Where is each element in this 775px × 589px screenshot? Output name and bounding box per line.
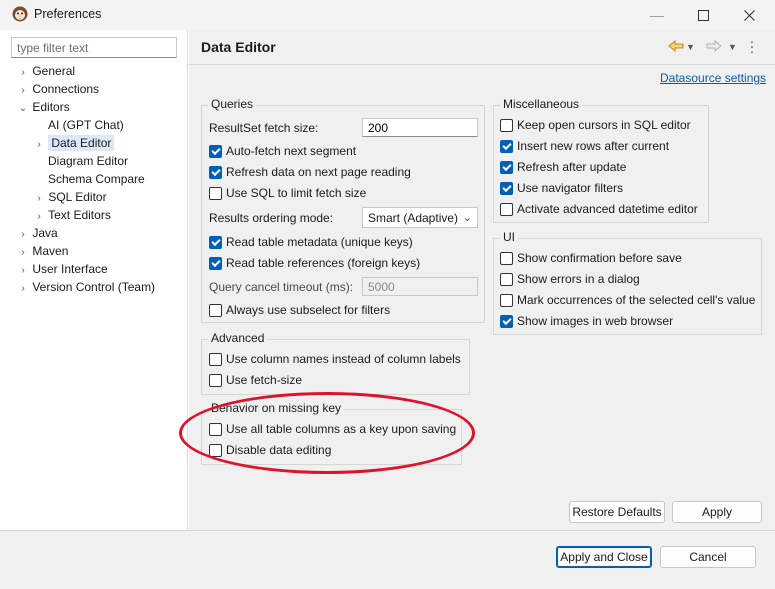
checkbox-checked-icon bbox=[209, 144, 222, 158]
column-names-checkbox[interactable]: Use column names instead of column label… bbox=[209, 350, 461, 368]
maximize-button[interactable] bbox=[680, 0, 726, 30]
checkbox-unchecked-icon bbox=[209, 443, 222, 457]
read-metadata-checkbox[interactable]: Read table metadata (unique keys) bbox=[209, 233, 413, 251]
cancel-timeout-label: Query cancel timeout (ms): bbox=[209, 280, 354, 294]
tree-item-text-editors[interactable]: › Text Editors bbox=[33, 206, 111, 224]
refresh-next-page-checkbox[interactable]: Refresh data on next page reading bbox=[209, 163, 411, 181]
checkbox-checked-icon bbox=[209, 235, 222, 249]
checkbox-checked-icon bbox=[500, 314, 513, 328]
tree-item-gpt-chat[interactable]: AI (GPT Chat) bbox=[48, 116, 124, 134]
cancel-button[interactable]: Cancel bbox=[660, 546, 756, 568]
keep-cursors-checkbox[interactable]: Keep open cursors in SQL editor bbox=[500, 116, 691, 134]
read-references-checkbox[interactable]: Read table references (foreign keys) bbox=[209, 254, 420, 272]
checkbox-checked-icon bbox=[209, 256, 222, 270]
checkbox-unchecked-icon bbox=[209, 373, 222, 387]
tree-item-general[interactable]: › General bbox=[17, 62, 75, 80]
forward-arrow-icon bbox=[706, 39, 722, 53]
show-images-checkbox[interactable]: Show images in web browser bbox=[500, 312, 673, 330]
filter-input[interactable] bbox=[11, 37, 177, 58]
minimize-button[interactable]: — bbox=[634, 0, 680, 30]
checkbox-unchecked-icon bbox=[500, 118, 513, 132]
all-columns-key-checkbox[interactable]: Use all table columns as a key upon savi… bbox=[209, 420, 456, 438]
checkbox-checked-icon bbox=[500, 160, 513, 174]
more-menu-icon[interactable]: · · · bbox=[748, 34, 756, 58]
checkbox-unchecked-icon bbox=[209, 186, 222, 200]
checkbox-unchecked-icon bbox=[500, 202, 513, 216]
chevron-down-icon: ⌄ bbox=[462, 212, 472, 224]
use-fetch-size-checkbox[interactable]: Use fetch-size bbox=[209, 371, 302, 389]
ordering-mode-select[interactable]: Smart (Adaptive) ⌄ bbox=[362, 207, 478, 228]
datasource-settings-link[interactable]: Datasource settings bbox=[660, 71, 766, 85]
ui-title: UI bbox=[500, 230, 518, 244]
window-title: Preferences bbox=[34, 7, 102, 21]
chevron-down-icon: ⌄ bbox=[18, 103, 28, 114]
checkbox-checked-icon bbox=[209, 165, 222, 179]
tree-item-java[interactable]: › Java bbox=[17, 224, 57, 242]
ordering-mode-label: Results ordering mode: bbox=[209, 211, 334, 225]
checkbox-unchecked-icon bbox=[500, 272, 513, 286]
checkbox-unchecked-icon bbox=[209, 303, 222, 317]
page-title: Data Editor bbox=[201, 39, 276, 55]
minimize-icon: — bbox=[650, 7, 664, 23]
chevron-right-icon: › bbox=[21, 283, 25, 294]
close-button[interactable] bbox=[726, 0, 772, 30]
chevron-right-icon: › bbox=[37, 139, 41, 150]
queries-title: Queries bbox=[208, 97, 257, 111]
back-dropdown-icon[interactable]: ▼ bbox=[686, 42, 695, 52]
forward-dropdown-icon[interactable]: ▼ bbox=[728, 42, 737, 52]
apply-button[interactable]: Apply bbox=[672, 501, 762, 523]
checkbox-unchecked-icon bbox=[500, 251, 513, 265]
dbeaver-app-icon bbox=[12, 6, 28, 22]
checkbox-unchecked-icon bbox=[209, 422, 222, 436]
datetime-editor-checkbox[interactable]: Activate advanced datetime editor bbox=[500, 200, 698, 218]
navigator-filters-checkbox[interactable]: Use navigator filters bbox=[500, 179, 623, 197]
tree-item-maven[interactable]: › Maven bbox=[17, 242, 68, 260]
tree-item-data-editor[interactable]: › Data Editor bbox=[33, 134, 115, 152]
fetch-size-input[interactable] bbox=[362, 118, 478, 137]
back-button[interactable] bbox=[668, 39, 684, 55]
advanced-title: Advanced bbox=[208, 331, 268, 345]
auto-fetch-checkbox[interactable]: Auto-fetch next segment bbox=[209, 142, 356, 160]
tree-item-editors[interactable]: ⌄ Editors bbox=[17, 98, 70, 116]
checkbox-checked-icon bbox=[500, 139, 513, 153]
tree-item-diagram-editor[interactable]: Diagram Editor bbox=[48, 152, 128, 170]
refresh-after-update-checkbox[interactable]: Refresh after update bbox=[500, 158, 626, 176]
forward-button[interactable] bbox=[706, 39, 722, 55]
missing-key-title: Behavior on missing key bbox=[208, 401, 345, 415]
disable-editing-checkbox[interactable]: Disable data editing bbox=[209, 441, 331, 459]
close-icon bbox=[743, 9, 755, 21]
tree-item-version-control[interactable]: › Version Control (Team) bbox=[17, 278, 155, 296]
checkbox-unchecked-icon bbox=[209, 352, 222, 366]
tree-item-sql-editor[interactable]: › SQL Editor bbox=[33, 188, 106, 206]
restore-defaults-button[interactable]: Restore Defaults bbox=[569, 501, 665, 523]
bottom-bar-left bbox=[0, 530, 189, 589]
use-sql-limit-checkbox[interactable]: Use SQL to limit fetch size bbox=[209, 184, 366, 202]
always-subselect-checkbox[interactable]: Always use subselect for filters bbox=[209, 301, 390, 319]
tree-item-schema-compare[interactable]: Schema Compare bbox=[48, 170, 145, 188]
tree-item-user-interface[interactable]: › User Interface bbox=[17, 260, 107, 278]
show-errors-checkbox[interactable]: Show errors in a dialog bbox=[500, 270, 640, 288]
mark-occurrences-checkbox[interactable]: Mark occurrences of the selected cell's … bbox=[500, 291, 755, 309]
miscellaneous-title: Miscellaneous bbox=[500, 97, 583, 111]
apply-and-close-button[interactable]: Apply and Close bbox=[556, 546, 652, 568]
show-confirmation-checkbox[interactable]: Show confirmation before save bbox=[500, 249, 682, 267]
insert-rows-checkbox[interactable]: Insert new rows after current bbox=[500, 137, 669, 155]
tree-item-connections[interactable]: › Connections bbox=[17, 80, 99, 98]
back-arrow-icon bbox=[668, 39, 684, 53]
checkbox-unchecked-icon bbox=[500, 293, 513, 307]
checkbox-checked-icon bbox=[500, 181, 513, 195]
fetch-size-label: ResultSet fetch size: bbox=[209, 121, 319, 135]
maximize-icon bbox=[697, 9, 709, 21]
cancel-timeout-input bbox=[362, 277, 478, 296]
